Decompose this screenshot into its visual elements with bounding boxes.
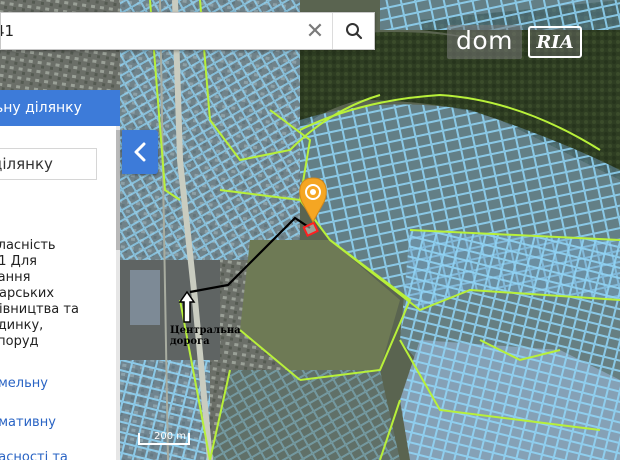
logo-ria-text: RIA	[528, 26, 583, 58]
domria-logo: dom RIA	[447, 22, 589, 62]
scrollbar-thumb[interactable]	[116, 130, 120, 250]
collapse-panel-button[interactable]	[122, 130, 158, 174]
central-road-label: Центральна дорога	[170, 325, 241, 347]
parcel-info: власність 01 Для вання дарських дівництв…	[0, 238, 120, 350]
info-line: удинку,	[0, 318, 44, 333]
info-line: 01 Для	[0, 254, 37, 269]
clear-search-button[interactable]: ✕	[298, 13, 332, 49]
info-line: дарських	[0, 286, 55, 301]
search-button[interactable]	[332, 13, 374, 49]
info-line: споруд	[0, 334, 39, 349]
panel-tab[interactable]: ділянку	[0, 148, 97, 180]
chevron-left-icon	[134, 142, 146, 162]
panel-link[interactable]: рмативну	[0, 415, 56, 430]
info-line: власність	[0, 238, 56, 253]
info-line: дівництва та	[0, 302, 79, 317]
close-icon: ✕	[305, 18, 325, 44]
panel-scrollbar[interactable]	[116, 126, 120, 460]
panel-link[interactable]: емельну	[0, 376, 48, 391]
info-line: вання	[0, 270, 31, 285]
scale-bar: 200 m	[138, 432, 190, 445]
logo-dom-text: dom	[447, 25, 523, 59]
left-panel: льну ділянку ділянку власність 01 Для ва…	[0, 90, 120, 460]
search-bar: ✕	[0, 12, 375, 50]
search-input[interactable]	[1, 13, 298, 49]
panel-link[interactable]: ласності та	[0, 450, 68, 460]
search-icon	[345, 23, 362, 40]
panel-header: льну ділянку	[0, 90, 120, 126]
